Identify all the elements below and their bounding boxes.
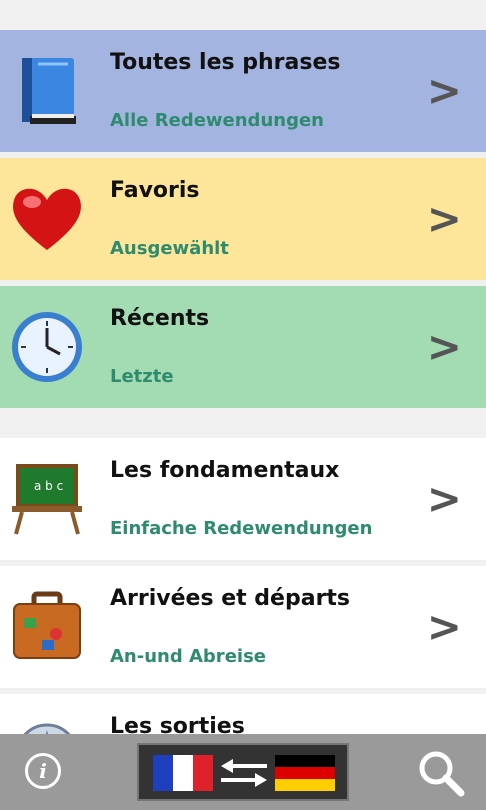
category-title: Les fondamentaux [110, 458, 340, 483]
category-title: Arrivées et départs [110, 586, 351, 611]
category-basics[interactable]: a b c Les fondamentaux Einfache Redewend… [0, 438, 486, 560]
book-icon [22, 58, 76, 124]
compass-icon [23, 723, 71, 734]
france-flag-icon [153, 755, 213, 791]
category-list: Toutes les phrases Alle Redewendungen > … [0, 0, 486, 734]
chalkboard-icon: a b c [12, 464, 82, 535]
category-recents[interactable]: Récents Letzte > [0, 286, 486, 408]
category-title: Récents [110, 306, 210, 331]
heart-icon [13, 188, 81, 250]
suitcase-icon [13, 591, 81, 659]
category-outings[interactable]: Les sorties [0, 694, 486, 734]
bottom-app-bar: i [0, 734, 486, 810]
category-subtitle: An-und Abreise [110, 646, 266, 667]
category-subtitle: Ausgewählt [110, 238, 229, 259]
germany-flag-icon [275, 755, 335, 791]
chevron-right-icon: > [426, 194, 462, 243]
clock-icon [12, 312, 82, 382]
chevron-right-icon: > [426, 602, 462, 651]
category-subtitle: Einfache Redewendungen [110, 518, 373, 539]
svg-text:a b c: a b c [34, 479, 63, 493]
language-switch-button[interactable] [137, 743, 349, 801]
category-favorites[interactable]: Favoris Ausgewählt > [0, 158, 486, 280]
category-title: Les sorties [110, 714, 245, 734]
chevron-right-icon: > [426, 66, 462, 115]
category-all-phrases[interactable]: Toutes les phrases Alle Redewendungen > [0, 30, 486, 152]
search-icon[interactable] [416, 748, 466, 798]
category-title: Toutes les phrases [110, 50, 341, 75]
category-subtitle: Letzte [110, 366, 174, 387]
chevron-right-icon: > [426, 474, 462, 523]
chevron-right-icon: > [426, 322, 462, 371]
info-button[interactable]: i [25, 753, 61, 789]
category-arrivals-departures[interactable]: Arrivées et départs An-und Abreise > [0, 566, 486, 688]
category-subtitle: Alle Redewendungen [110, 110, 324, 131]
swap-arrows-icon [221, 759, 267, 787]
category-title: Favoris [110, 178, 200, 203]
